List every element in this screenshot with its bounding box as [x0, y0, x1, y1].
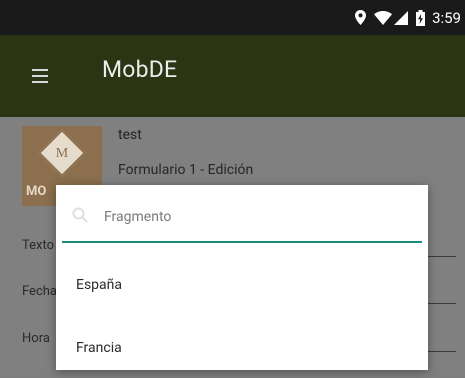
- app-title: MobDE: [102, 56, 178, 83]
- app-bar: MobDE: [0, 35, 465, 117]
- search-underline: [62, 241, 422, 243]
- list-item-label: España: [76, 277, 123, 293]
- record-title: test: [118, 127, 142, 143]
- record-subtitle: Formulario 1 - Edición: [118, 162, 254, 178]
- field-label-hora: Hora: [22, 331, 50, 346]
- location-icon: [355, 10, 367, 25]
- list-item-label: Francia: [76, 340, 122, 356]
- status-time: 3:59: [432, 8, 461, 27]
- field-label-texto: Texto: [22, 238, 55, 253]
- search-row: [56, 185, 428, 245]
- field-label-fecha: Fecha: [22, 284, 57, 299]
- search-input[interactable]: [104, 209, 404, 225]
- status-bar: 3:59: [0, 0, 465, 35]
- wifi-icon: [374, 10, 393, 25]
- logo-letter: M: [55, 146, 69, 161]
- battery-charging-icon: [416, 9, 426, 26]
- signal-icon: [394, 10, 409, 25]
- list-item-francia[interactable]: Francia: [56, 318, 428, 378]
- list-item-espana[interactable]: España: [56, 255, 428, 315]
- search-icon: [72, 207, 88, 227]
- country-picker-dialog: España Francia: [56, 185, 428, 370]
- hamburger-menu-icon[interactable]: [32, 69, 48, 83]
- logo-text: MO: [26, 184, 47, 199]
